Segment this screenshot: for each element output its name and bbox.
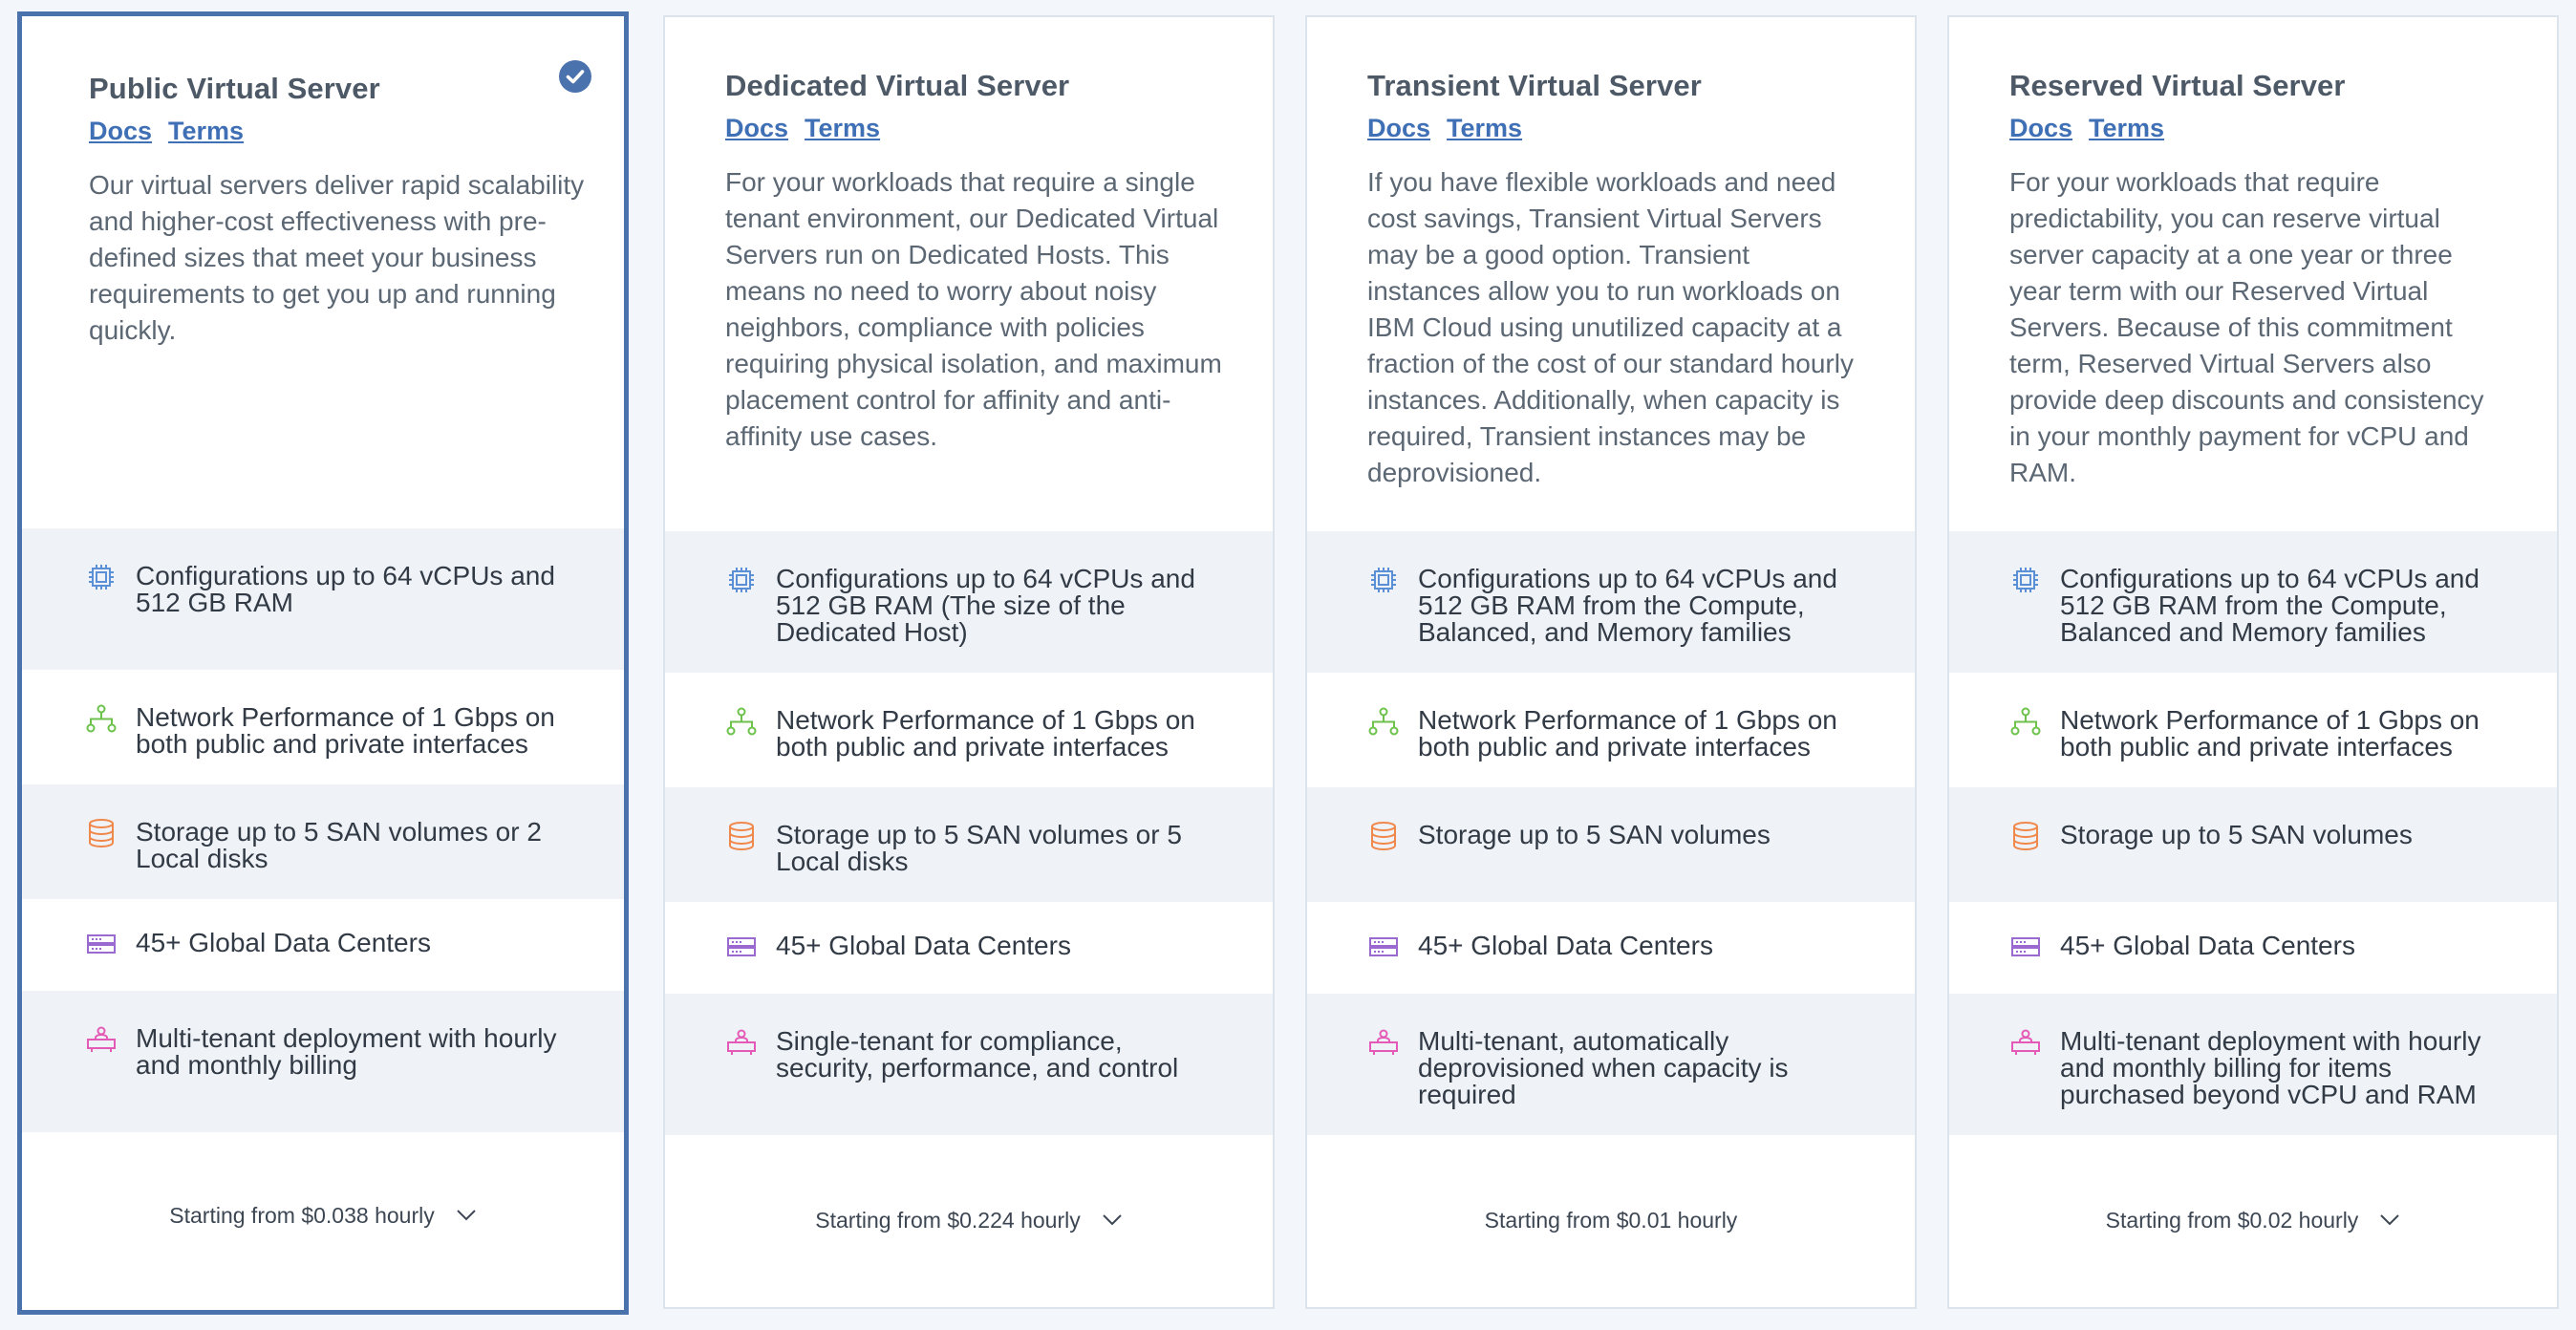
storage-icon xyxy=(89,819,114,848)
data-center-icon xyxy=(1369,937,1398,956)
feature-text: Configurations up to 64 vCPUs and 512 GB… xyxy=(1418,564,1837,647)
docs-link[interactable]: Docs xyxy=(725,110,788,146)
network-icon xyxy=(1368,707,1399,736)
feature-text: 45+ Global Data Centers xyxy=(776,931,1071,960)
feature-row: Storage up to 5 SAN volumes or 5 Local d… xyxy=(665,787,1273,902)
offering-cards: Public Virtual Server Docs Terms Our virt… xyxy=(0,0,2576,1330)
card-description: For your workloads that require predicta… xyxy=(2009,167,2484,487)
cpu-icon xyxy=(729,568,754,592)
feature-text: 45+ Global Data Centers xyxy=(2060,931,2355,960)
card-title: Transient Virtual Server xyxy=(1367,69,1702,102)
price-label: Starting from $0.01 hourly xyxy=(1307,1206,1915,1234)
feature-text: 45+ Global Data Centers xyxy=(1418,931,1713,960)
card-transient-virtual-server[interactable]: Transient Virtual Server Docs Terms If yo… xyxy=(1305,15,1917,1309)
feature-row: 45+ Global Data Centers xyxy=(665,902,1273,994)
cpu-icon xyxy=(89,565,114,590)
feature-text: Network Performance of 1 Gbps on both pu… xyxy=(2060,705,2479,762)
tenant-icon xyxy=(727,1029,756,1055)
feature-row: Multi-tenant, automatically deprovisione… xyxy=(1307,994,1915,1135)
price-toggle[interactable]: Starting from $0.02 hourly xyxy=(1949,1206,2557,1234)
feature-text: Network Performance of 1 Gbps on both pu… xyxy=(1418,705,1837,762)
price-toggle[interactable]: Starting from $0.038 hourly xyxy=(22,1201,624,1230)
chevron-down-icon[interactable] xyxy=(2379,1213,2400,1227)
storage-icon xyxy=(2013,822,2038,851)
card-description: If you have flexible workloads and need … xyxy=(1367,167,1854,487)
feature-text: Storage up to 5 SAN volumes xyxy=(2060,820,2413,849)
feature-row: Storage up to 5 SAN volumes or 2 Local d… xyxy=(22,784,624,899)
feature-row: 45+ Global Data Centers xyxy=(1307,902,1915,994)
feature-row: Multi-tenant deployment with hourly and … xyxy=(1949,994,2557,1135)
network-icon xyxy=(2010,707,2041,736)
cpu-icon xyxy=(1371,568,1396,592)
feature-row: Network Performance of 1 Gbps on both pu… xyxy=(1949,673,2557,787)
feature-text: Storage up to 5 SAN volumes or 5 Local d… xyxy=(776,820,1182,876)
card-title: Dedicated Virtual Server xyxy=(725,69,1070,102)
card-dedicated-virtual-server[interactable]: Dedicated Virtual Server Docs Terms For y… xyxy=(663,15,1275,1309)
price-toggle[interactable]: Starting from $0.224 hourly xyxy=(665,1206,1273,1234)
feature-text: 45+ Global Data Centers xyxy=(136,928,431,957)
docs-link[interactable]: Docs xyxy=(2009,110,2072,146)
feature-row: Configurations up to 64 vCPUs and 512 GB… xyxy=(1949,531,2557,673)
feature-text: Multi-tenant deployment with hourly and … xyxy=(2060,1026,2481,1109)
data-center-icon xyxy=(87,934,116,954)
feature-row: Configurations up to 64 vCPUs and 512 GB… xyxy=(22,528,624,670)
docs-link[interactable]: Docs xyxy=(89,113,152,149)
feature-row: Network Performance of 1 Gbps on both pu… xyxy=(1307,673,1915,787)
card-public-virtual-server[interactable]: Public Virtual Server Docs Terms Our virt… xyxy=(17,11,629,1315)
network-icon xyxy=(726,707,757,736)
data-center-icon xyxy=(2011,937,2040,956)
feature-text: Single-tenant for compliance, security, … xyxy=(776,1026,1179,1083)
data-center-icon xyxy=(727,937,756,956)
feature-row: Multi-tenant deployment with hourly and … xyxy=(22,991,624,1132)
card-description: For your workloads that require a single… xyxy=(725,167,1222,451)
feature-row: Network Performance of 1 Gbps on both pu… xyxy=(22,670,624,784)
tenant-icon xyxy=(1369,1029,1398,1055)
terms-link[interactable]: Terms xyxy=(1447,110,1522,146)
network-icon xyxy=(86,704,117,733)
terms-link[interactable]: Terms xyxy=(2089,110,2164,146)
terms-link[interactable]: Terms xyxy=(168,113,244,149)
card-title: Public Virtual Server xyxy=(89,72,380,105)
feature-row: Network Performance of 1 Gbps on both pu… xyxy=(665,673,1273,787)
feature-text: Network Performance of 1 Gbps on both pu… xyxy=(776,705,1195,762)
feature-text: Storage up to 5 SAN volumes xyxy=(1418,820,1771,849)
feature-text: Configurations up to 64 vCPUs and 512 GB… xyxy=(776,564,1195,647)
feature-row: Single-tenant for compliance, security, … xyxy=(665,994,1273,1135)
tenant-icon xyxy=(87,1026,116,1052)
feature-text: Multi-tenant deployment with hourly and … xyxy=(136,1023,557,1080)
chevron-down-icon[interactable] xyxy=(1102,1213,1123,1227)
card-reserved-virtual-server[interactable]: Reserved Virtual Server Docs Terms For yo… xyxy=(1947,15,2559,1309)
card-description: Our virtual servers deliver rapid scalab… xyxy=(89,170,585,345)
feature-text: Network Performance of 1 Gbps on both pu… xyxy=(136,702,555,759)
starting-price: Starting from $0.038 hourly xyxy=(169,1203,435,1228)
terms-link[interactable]: Terms xyxy=(805,110,880,146)
feature-text: Multi-tenant, automatically deprovisione… xyxy=(1418,1026,1789,1109)
feature-text: Configurations up to 64 vCPUs and 512 GB… xyxy=(136,561,555,617)
feature-row: Configurations up to 64 vCPUs and 512 GB… xyxy=(1307,531,1915,673)
cpu-icon xyxy=(2013,568,2038,592)
feature-row: Storage up to 5 SAN volumes xyxy=(1307,787,1915,902)
storage-icon xyxy=(729,822,754,851)
storage-icon xyxy=(1371,822,1396,851)
docs-link[interactable]: Docs xyxy=(1367,110,1430,146)
starting-price: Starting from $0.224 hourly xyxy=(815,1208,1081,1233)
feature-text: Configurations up to 64 vCPUs and 512 GB… xyxy=(2060,564,2479,647)
feature-row: Storage up to 5 SAN volumes xyxy=(1949,787,2557,902)
starting-price: Starting from $0.01 hourly xyxy=(1484,1208,1738,1233)
feature-row: 45+ Global Data Centers xyxy=(22,899,624,991)
feature-text: Storage up to 5 SAN volumes or 2 Local d… xyxy=(136,817,542,873)
chevron-down-icon[interactable] xyxy=(456,1209,477,1222)
feature-row: Configurations up to 64 vCPUs and 512 GB… xyxy=(665,531,1273,673)
tenant-icon xyxy=(2011,1029,2040,1055)
card-title: Reserved Virtual Server xyxy=(2009,69,2346,102)
feature-row: 45+ Global Data Centers xyxy=(1949,902,2557,994)
starting-price: Starting from $0.02 hourly xyxy=(2105,1208,2359,1233)
